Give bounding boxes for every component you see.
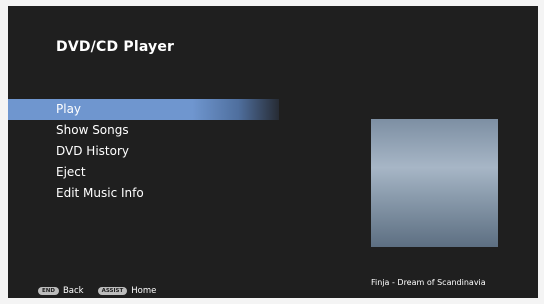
page-title: DVD/CD Player (56, 39, 175, 55)
menu-item-show-songs[interactable]: Show Songs (8, 120, 308, 141)
back-hint[interactable]: END Back (38, 286, 84, 296)
back-label: Back (62, 286, 84, 296)
home-label: Home (131, 286, 157, 296)
menu-item-edit-music-info[interactable]: Edit Music Info (8, 183, 308, 204)
album-caption: Finja - Dream of Scandinavia (371, 278, 486, 287)
album-cover-reflection (371, 119, 498, 247)
footer-hints: END Back ASSIST Home (38, 286, 170, 296)
menu-item-play[interactable]: Play (8, 99, 279, 120)
assist-key-icon: ASSIST (97, 287, 128, 295)
player-menu: Play Show Songs DVD History Eject Edit M… (8, 99, 308, 204)
home-hint[interactable]: ASSIST Home (97, 286, 157, 296)
menu-item-dvd-history[interactable]: DVD History (8, 141, 308, 162)
end-key-icon: END (38, 287, 59, 295)
media-player-screen: DVD/CD Player Play Show Songs DVD Histor… (8, 6, 538, 298)
menu-item-eject[interactable]: Eject (8, 162, 308, 183)
